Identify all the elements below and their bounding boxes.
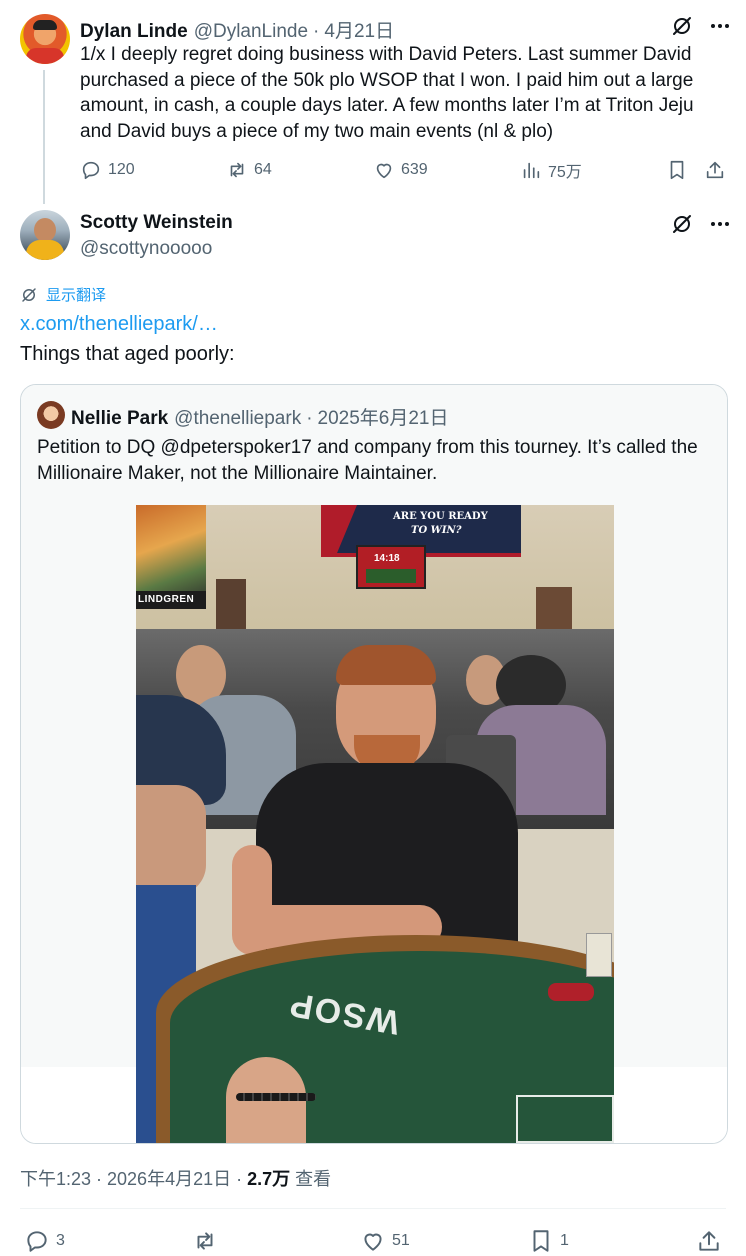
photo-sign: LINDGREN bbox=[136, 591, 206, 609]
reply-tweet-corner-actions bbox=[670, 212, 732, 241]
translate-icon bbox=[22, 287, 36, 302]
bookmark-button[interactable]: 1 bbox=[528, 1228, 569, 1254]
photo-chips bbox=[548, 983, 594, 1001]
thread-connector bbox=[43, 70, 45, 204]
bookmark-count: 1 bbox=[560, 1232, 569, 1249]
quoted-author-name[interactable]: Nellie Park bbox=[71, 408, 168, 430]
grok-icon[interactable] bbox=[670, 212, 694, 241]
share-icon bbox=[699, 1231, 719, 1251]
like-button[interactable]: 639 bbox=[373, 159, 428, 181]
reply-author-handle[interactable]: @scottynooooo bbox=[80, 238, 212, 260]
author-name[interactable]: Scotty Weinstein bbox=[80, 212, 233, 233]
author-name[interactable]: Dylan Linde bbox=[80, 21, 188, 43]
separator-dot: · bbox=[313, 21, 320, 42]
bookmark-icon bbox=[533, 1230, 549, 1252]
views-button[interactable]: 75万 bbox=[520, 158, 582, 182]
repost-button[interactable] bbox=[192, 1228, 218, 1254]
photo-door bbox=[216, 579, 246, 629]
translate-label: 显示翻译 bbox=[46, 287, 107, 304]
repost-button[interactable]: 64 bbox=[226, 159, 272, 181]
reply-author-name[interactable]: Scotty Weinstein bbox=[80, 212, 233, 234]
tweet-meta: 下午1:23 · 2026年4月21日 · 2.7万 查看 bbox=[20, 1165, 331, 1191]
parent-tweet-actions: 120 64 639 75万 bbox=[80, 158, 728, 182]
avatar-dylan-linde[interactable] bbox=[20, 14, 70, 64]
photo-subject-hair bbox=[336, 645, 436, 685]
tweet-date[interactable]: 4月21日 bbox=[324, 16, 394, 43]
quoted-tweet-card[interactable]: Nellie Park @thenelliepark · 2025年6月21日 … bbox=[20, 384, 728, 1144]
like-count: 639 bbox=[401, 161, 428, 178]
like-count: 51 bbox=[392, 1232, 410, 1249]
tweet-timestamp[interactable]: 下午1:23 · 2026年4月21日 · bbox=[20, 1165, 242, 1191]
quoted-author-handle[interactable]: @thenelliepark bbox=[174, 408, 301, 430]
divider bbox=[20, 1208, 726, 1209]
heart-icon bbox=[376, 163, 392, 179]
photo-face bbox=[136, 785, 206, 895]
reply-icon bbox=[82, 161, 100, 180]
bookmark-icon bbox=[670, 160, 684, 180]
reply-button[interactable]: 120 bbox=[80, 159, 135, 181]
quoted-tweet-photo[interactable]: LINDGREN ARE YOU READY TO WIN? 14:18 WSO… bbox=[136, 505, 614, 1143]
reply-count: 120 bbox=[108, 161, 135, 178]
reply-icon bbox=[27, 1231, 47, 1252]
reply-count: 3 bbox=[56, 1232, 65, 1249]
photo-door bbox=[536, 587, 572, 631]
share-button[interactable] bbox=[696, 1228, 722, 1254]
reply-button[interactable]: 3 bbox=[24, 1228, 65, 1254]
avatar-nellie-park[interactable] bbox=[37, 401, 65, 429]
parent-tweet-text: 1/x I deeply regret doing business with … bbox=[80, 44, 694, 142]
photo-bracelet bbox=[236, 1093, 316, 1101]
quoted-tweet-date[interactable]: 2025年6月21日 bbox=[318, 403, 449, 430]
repost-count: 64 bbox=[254, 161, 272, 178]
author-handle[interactable]: @DylanLinde bbox=[194, 21, 308, 43]
quoted-tweet-text: Petition to DQ @dpeterspoker17 and compa… bbox=[37, 437, 698, 484]
photo-left-screen bbox=[136, 505, 206, 605]
more-icon[interactable] bbox=[708, 212, 732, 241]
heart-icon bbox=[364, 1233, 382, 1251]
grok-icon[interactable] bbox=[670, 14, 694, 43]
repost-icon bbox=[197, 1232, 213, 1250]
separator-dot: · bbox=[306, 408, 313, 429]
quoted-link[interactable]: x.com/thenelliepark/… bbox=[20, 313, 218, 336]
photo-clock-screen: 14:18 bbox=[356, 545, 426, 589]
photo-clock: 14:18 bbox=[374, 553, 400, 564]
views-label: 查看 bbox=[295, 1169, 332, 1189]
photo-banner-line1: ARE YOU READY bbox=[393, 511, 488, 522]
quoted-tweet-header: Nellie Park @thenelliepark · 2025年6月21日 bbox=[71, 403, 449, 430]
views-count: 75万 bbox=[548, 164, 582, 181]
reply-tweet-text: Things that aged poorly: bbox=[20, 343, 235, 365]
more-icon[interactable] bbox=[708, 14, 732, 43]
like-button[interactable]: 51 bbox=[360, 1228, 410, 1254]
parent-tweet-corner-actions bbox=[670, 14, 732, 43]
photo-card-box bbox=[516, 1095, 614, 1143]
views-count: 2.7万 bbox=[247, 1169, 291, 1189]
repost-icon bbox=[230, 162, 244, 178]
bookmark-button[interactable] bbox=[666, 159, 688, 181]
photo-cup bbox=[586, 933, 612, 977]
views-icon bbox=[523, 162, 540, 179]
reply-tweet-actions: 3 51 1 bbox=[24, 1227, 724, 1255]
parent-tweet-header: Dylan Linde @DylanLinde · 4月21日 bbox=[80, 16, 394, 43]
show-translation-button[interactable]: 显示翻译 bbox=[20, 284, 106, 305]
share-icon bbox=[706, 161, 724, 179]
share-button[interactable] bbox=[704, 159, 726, 181]
photo-banner-line2: TO WIN? bbox=[411, 525, 462, 536]
avatar-scotty-weinstein[interactable] bbox=[20, 210, 70, 260]
